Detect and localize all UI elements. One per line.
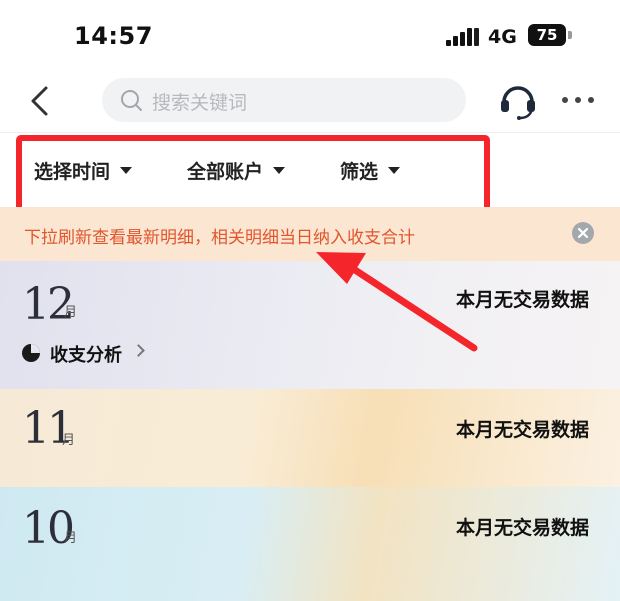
search-icon <box>121 90 142 111</box>
close-icon[interactable] <box>572 222 594 244</box>
notice-bar: 下拉刷新查看最新明细，相关明细当日纳入收支合计 <box>0 207 620 261</box>
headset-icon[interactable] <box>498 80 538 120</box>
month-status: 本月无交易数据 <box>456 289 590 311</box>
status-time: 14:57 <box>74 22 153 50</box>
status-bar: 14:57 4G 75 <box>0 0 620 70</box>
month-card-12[interactable]: 12 月 本月无交易数据 收支分析 <box>0 261 620 389</box>
pie-chart-icon <box>22 344 40 362</box>
search-placeholder: 搜索关键词 <box>152 92 248 114</box>
nav-bar: 搜索关键词 <box>0 70 620 132</box>
month-status: 本月无交易数据 <box>456 517 590 539</box>
chevron-right-icon <box>132 344 145 357</box>
battery-tip <box>568 31 572 39</box>
month-unit: 月 <box>64 305 78 320</box>
analysis-label: 收支分析 <box>50 345 122 366</box>
more-icon[interactable] <box>560 90 596 110</box>
month-unit: 月 <box>62 433 76 448</box>
month-card-11[interactable]: 11 月 本月无交易数据 <box>0 389 620 487</box>
network-type: 4G <box>488 26 517 48</box>
signal-icon <box>446 26 480 46</box>
search-input[interactable]: 搜索关键词 <box>102 78 466 122</box>
battery-icon: 75 <box>528 24 566 46</box>
back-icon[interactable] <box>24 84 58 118</box>
month-card-10[interactable]: 10 月 本月无交易数据 <box>0 487 620 601</box>
notice-text: 下拉刷新查看最新明细，相关明细当日纳入收支合计 <box>24 228 415 248</box>
month-status: 本月无交易数据 <box>456 419 590 441</box>
month-unit: 月 <box>64 531 78 546</box>
